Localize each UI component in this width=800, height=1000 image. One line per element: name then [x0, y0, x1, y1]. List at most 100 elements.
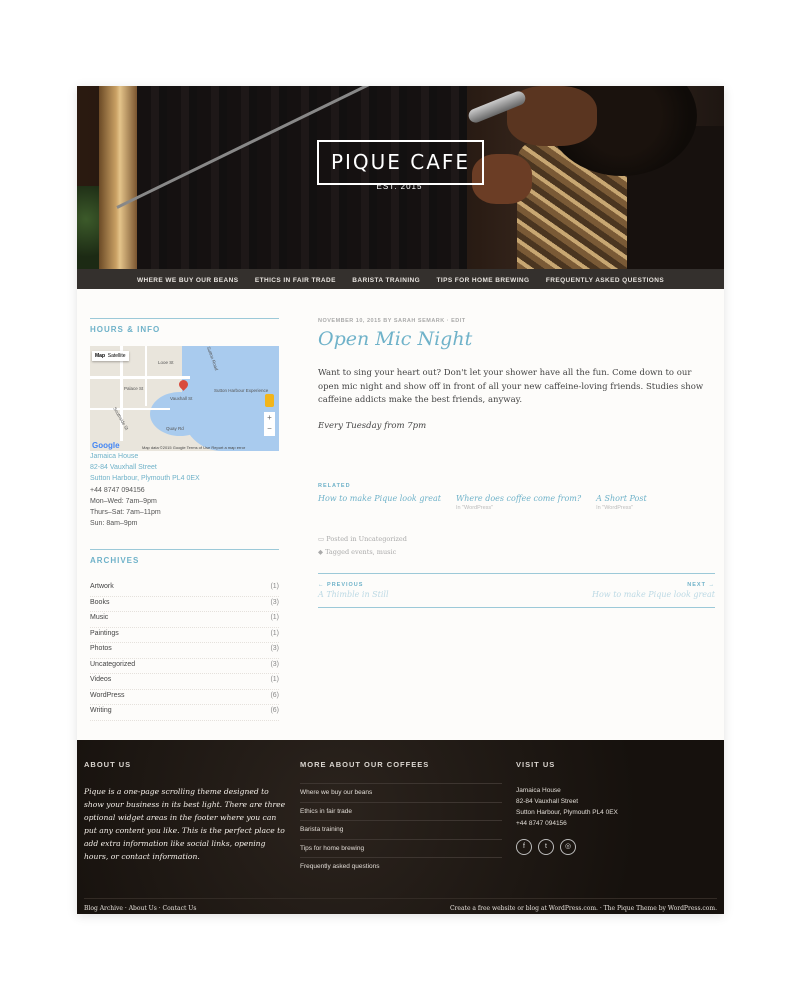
hours-info-title: HOURS & INFO [90, 318, 279, 334]
google-logo: Google [92, 441, 120, 450]
zoom-out-icon[interactable]: − [264, 423, 275, 434]
footer-address-line: Sutton Harbour, Plymouth PL4 0EX [516, 809, 618, 816]
post-title[interactable]: Open Mic Night [318, 328, 715, 350]
footer-visit-title: VISIT US [516, 760, 556, 769]
footer-link[interactable]: Where we buy our beans [300, 783, 502, 802]
archive-item[interactable]: Books (3) [90, 597, 279, 613]
map-street-label: Sutton Harbour Experience [214, 388, 269, 393]
map-street-label: Looe St [158, 360, 174, 365]
archive-item[interactable]: Artwork (1) [90, 581, 279, 597]
archive-item[interactable]: Photos (3) [90, 643, 279, 659]
previous-label[interactable]: ← PREVIOUS [318, 582, 389, 588]
archives-title: ARCHIVES [90, 549, 279, 565]
next-label[interactable]: NEXT → [592, 582, 715, 588]
nav-ethics[interactable]: ETHICS IN FAIR TRADE [255, 271, 336, 291]
nav-home-brewing[interactable]: TIPS FOR HOME BREWING [437, 271, 530, 291]
related-post-title[interactable]: Where does coffee come from? [456, 494, 581, 503]
site-logo[interactable]: PIQUE CAFE [317, 140, 484, 185]
tagged-text[interactable]: Tagged events, music [325, 548, 396, 556]
footer-phone: +44 8747 094156 [516, 820, 567, 827]
archive-item[interactable]: Videos (1) [90, 674, 279, 690]
map-type-map[interactable]: Map [95, 353, 105, 359]
footer-link[interactable]: Barista training [300, 820, 502, 839]
next-post-title[interactable]: How to make Pique look great [592, 590, 715, 599]
page-frame: PIQUE CAFE EST. 2015 WHERE WE BUY OUR BE… [77, 86, 724, 914]
map-street-label: Vauxhall St [170, 396, 193, 401]
site-credit[interactable]: Create a free website or blog at WordPre… [450, 905, 717, 912]
street-view-pegman-icon[interactable] [265, 394, 274, 407]
archive-item[interactable]: Music (1) [90, 612, 279, 628]
related-posts: How to make Pique look great Where does … [318, 494, 715, 511]
twitter-icon[interactable]: t [538, 839, 554, 855]
footer-about-title: ABOUT US [84, 760, 132, 769]
post-taxonomy: ▭ Posted in Uncategorized ◆ Tagged event… [318, 533, 715, 559]
main-navigation: WHERE WE BUY OUR BEANS ETHICS IN FAIR TR… [77, 269, 724, 289]
map-road [90, 408, 170, 410]
archive-name[interactable]: WordPress [90, 690, 125, 705]
header-hero-image: PIQUE CAFE EST. 2015 [77, 86, 724, 269]
archive-name[interactable]: Photos [90, 643, 112, 658]
post-navigation: ← PREVIOUS A Thimble in Still NEXT → How… [318, 573, 715, 608]
footer-about: ABOUT US Pique is a one-page scrolling t… [84, 760, 289, 863]
footer-more-title: MORE ABOUT OUR COFFEES [300, 760, 430, 769]
archive-count: (1) [270, 614, 279, 622]
footer-menu[interactable]: Blog Archive · About Us · Contact Us [84, 905, 196, 912]
archive-name[interactable]: Artwork [90, 581, 114, 596]
map-street-label: Palace St [124, 386, 144, 391]
related-post[interactable]: How to make Pique look great [318, 494, 441, 511]
footer-address-line: 82-84 Vauxhall Street [516, 798, 579, 805]
archive-name[interactable]: Books [90, 597, 109, 612]
nav-faq[interactable]: FREQUENTLY ASKED QUESTIONS [546, 271, 664, 291]
related-post[interactable]: Where does coffee come from? In "WordPre… [456, 494, 581, 511]
zoom-in-icon[interactable]: + [264, 412, 275, 423]
footer-address-line: Jamaica House [516, 787, 561, 794]
map-zoom-control[interactable]: + − [264, 412, 275, 436]
related-post[interactable]: A Short Post In "WordPress" [596, 494, 647, 511]
footer-link[interactable]: Ethics in fair trade [300, 801, 502, 821]
archive-count: (3) [270, 645, 279, 653]
archive-item[interactable]: Writing (6) [90, 705, 279, 721]
archive-name[interactable]: Writing [90, 705, 112, 720]
archive-count: (6) [270, 691, 279, 699]
archive-name[interactable]: Uncategorized [90, 659, 135, 674]
archive-name[interactable]: Videos [90, 674, 111, 689]
post-body: Want to sing your heart out? Don't let y… [318, 368, 704, 405]
next-post[interactable]: NEXT → How to make Pique look great [592, 582, 715, 599]
address-line[interactable]: 82-84 Vauxhall Street [90, 462, 279, 473]
archive-item[interactable]: Uncategorized (3) [90, 659, 279, 675]
footer-visit: VISIT US Jamaica House 82-84 Vauxhall St… [516, 760, 618, 855]
location-map[interactable]: Map Satellite Palace St Looe St Sutton R… [90, 346, 279, 451]
previous-post-title[interactable]: A Thimble in Still [318, 590, 389, 599]
social-links: f t ◎ [516, 839, 618, 855]
footer-link[interactable]: Frequently asked questions [300, 857, 502, 876]
archive-name[interactable]: Music [90, 612, 108, 627]
map-type-satellite[interactable]: Satellite [108, 353, 126, 359]
address-line[interactable]: Jamaica House [90, 451, 279, 462]
site-footer: ABOUT US Pique is a one-page scrolling t… [77, 740, 724, 914]
instagram-icon[interactable]: ◎ [560, 839, 576, 855]
footer-links: Where we buy our beans Ethics in fair tr… [300, 783, 502, 876]
opening-hours: Sun: 8am–9pm [90, 520, 138, 528]
related-post-category: In "WordPress" [596, 505, 634, 511]
sidebar: HOURS & INFO Map Satellite Palace St Loo… [90, 318, 279, 721]
footer-address: Jamaica House 82-84 Vauxhall Street Sutt… [516, 785, 618, 829]
facebook-icon[interactable]: f [516, 839, 532, 855]
archive-item[interactable]: Paintings (1) [90, 628, 279, 644]
nav-where-we-buy[interactable]: WHERE WE BUY OUR BEANS [137, 271, 239, 291]
archives-list: Artwork (1) Books (3) Music (1) Paintings (1… [90, 581, 279, 721]
related-post-title[interactable]: A Short Post [596, 494, 647, 503]
related-title: RELATED [318, 483, 351, 489]
archive-count: (1) [270, 629, 279, 637]
related-post-title[interactable]: How to make Pique look great [318, 494, 441, 503]
folder-icon: ▭ [318, 535, 327, 543]
address-line[interactable]: Sutton Harbour, Plymouth PL4 0EX [90, 473, 279, 484]
nav-barista-training[interactable]: BARISTA TRAINING [352, 271, 420, 291]
posted-in-text[interactable]: Posted in Uncategorized [326, 535, 407, 543]
archive-name[interactable]: Paintings [90, 628, 119, 643]
footer-link[interactable]: Tips for home brewing [300, 838, 502, 858]
previous-post[interactable]: ← PREVIOUS A Thimble in Still [318, 582, 389, 599]
map-type-toggle[interactable]: Map Satellite [92, 351, 129, 361]
archive-item[interactable]: WordPress (6) [90, 690, 279, 706]
map-attribution[interactable]: Map data ©2015 Google Terms of Use Repor… [142, 445, 245, 450]
post-meta[interactable]: NOVEMBER 10, 2015 BY SARAH SEMARK · EDIT [318, 318, 715, 324]
